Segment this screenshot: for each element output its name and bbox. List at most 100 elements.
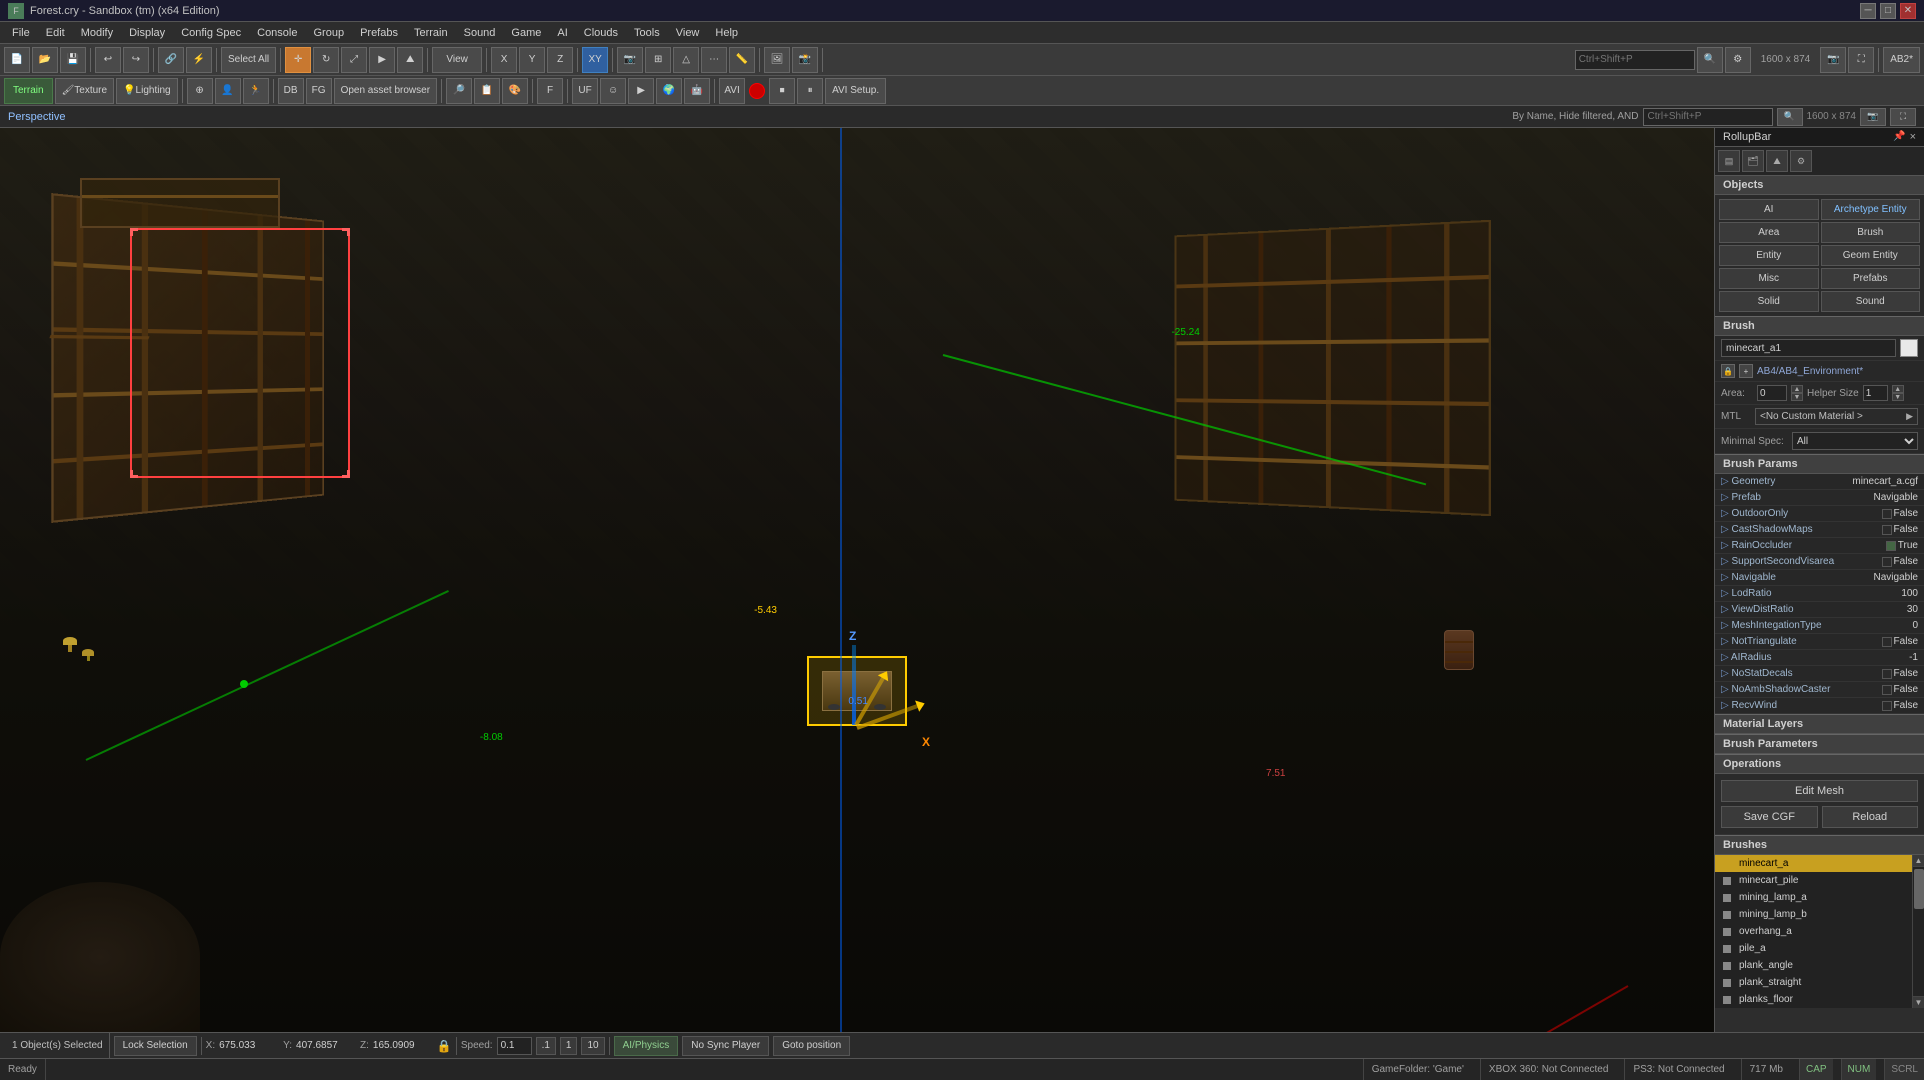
obj-brush-btn[interactable]: Brush xyxy=(1821,222,1921,243)
helper-size-input[interactable] xyxy=(1863,385,1888,401)
scroll-thumb[interactable] xyxy=(1914,869,1924,909)
menu-group[interactable]: Group xyxy=(305,25,352,41)
close-button[interactable]: ✕ xyxy=(1900,3,1916,19)
scale-button[interactable]: ⤢ xyxy=(341,47,367,73)
menu-tools[interactable]: Tools xyxy=(626,25,668,41)
brush-color-picker[interactable] xyxy=(1900,339,1918,357)
snap-btn[interactable]: ⋯ xyxy=(701,47,727,73)
anim-btn[interactable]: ▶ xyxy=(628,78,654,104)
new-button[interactable]: 📄 xyxy=(4,47,30,73)
menu-prefabs[interactable]: Prefabs xyxy=(352,25,406,41)
no-sync-player-button[interactable]: No Sync Player xyxy=(682,1036,769,1056)
viewport-maximize-btn[interactable]: ⛶ xyxy=(1890,108,1916,126)
helper-up-btn[interactable]: ▲ xyxy=(1892,385,1904,393)
rollupbar-pin-btn[interactable]: 📌 xyxy=(1893,131,1905,143)
area-down-btn[interactable]: ▼ xyxy=(1791,393,1803,401)
helper-down-btn[interactable]: ▼ xyxy=(1892,393,1904,401)
obj-solid-btn[interactable]: Solid xyxy=(1719,291,1819,312)
grid-btn[interactable]: ⊞ xyxy=(645,47,671,73)
x-axis-btn[interactable]: X xyxy=(491,47,517,73)
camera-btn[interactable]: 📷 xyxy=(617,47,643,73)
pause-btn[interactable]: ⏸ xyxy=(797,78,823,104)
brush-item-mining-lamp-b[interactable]: mining_lamp_b xyxy=(1715,906,1912,923)
tool3-btn[interactable]: 🏃 xyxy=(243,78,269,104)
minimize-button[interactable]: ─ xyxy=(1860,3,1876,19)
rollup-tab-objects[interactable]: ▤ xyxy=(1718,150,1740,172)
brush-params-header[interactable]: Brush Params xyxy=(1715,454,1924,474)
move-button[interactable]: ✛ xyxy=(285,47,311,73)
goto-position-button[interactable]: Goto position xyxy=(773,1036,850,1056)
maximize-button[interactable]: □ xyxy=(1880,3,1896,19)
texture-tab-btn[interactable]: 🖌 Texture xyxy=(55,78,115,104)
viewport-search-btn[interactable]: 🔍 xyxy=(1777,108,1803,126)
avi-btn[interactable]: AVI xyxy=(719,78,745,104)
f-btn[interactable]: F xyxy=(537,78,563,104)
avi-setup-btn[interactable]: AVI Setup. xyxy=(825,78,886,104)
tool1-btn[interactable]: ⊕ xyxy=(187,78,213,104)
uf-btn[interactable]: UF xyxy=(572,78,598,104)
physics-button[interactable]: ⚡ xyxy=(186,47,212,73)
measure-btn[interactable]: 📏 xyxy=(729,47,755,73)
select-button[interactable]: ▶ xyxy=(369,47,395,73)
menu-view[interactable]: View xyxy=(668,25,708,41)
brush-item-overhang-a[interactable]: overhang_a xyxy=(1715,923,1912,940)
menu-edit[interactable]: Edit xyxy=(38,25,73,41)
speed-input[interactable] xyxy=(497,1037,532,1055)
brush-item-mining-lamp-a[interactable]: mining_lamp_a xyxy=(1715,889,1912,906)
record-button[interactable] xyxy=(749,83,765,99)
scroll-down-btn[interactable]: ▼ xyxy=(1913,996,1924,1008)
obj-entity-btn[interactable]: Entity xyxy=(1719,245,1819,266)
redo-button[interactable]: ↪ xyxy=(123,47,149,73)
y-axis-btn[interactable]: Y xyxy=(519,47,545,73)
viewport-search-input[interactable] xyxy=(1643,108,1773,126)
edit-mesh-button[interactable]: Edit Mesh xyxy=(1721,780,1918,802)
obj-sound-btn[interactable]: Sound xyxy=(1821,291,1921,312)
menu-terrain[interactable]: Terrain xyxy=(406,25,456,41)
speed-opt3-btn[interactable]: 10 xyxy=(581,1037,604,1055)
search-go-btn[interactable]: 🔍 xyxy=(1697,47,1723,73)
obj-geom-entity-btn[interactable]: Geom Entity xyxy=(1821,245,1921,266)
rollup-tab-layers[interactable]: 🗂 xyxy=(1742,150,1764,172)
render-btn[interactable]: 🖼 xyxy=(764,47,790,73)
operations-header[interactable]: Operations xyxy=(1715,754,1924,774)
menu-config-spec[interactable]: Config Spec xyxy=(173,25,249,41)
menu-console[interactable]: Console xyxy=(249,25,305,41)
asset-btn[interactable]: 🔎 xyxy=(446,78,472,104)
obj-area-btn[interactable]: Area xyxy=(1719,222,1819,243)
mat-btn[interactable]: 🎨 xyxy=(502,78,528,104)
db-btn[interactable]: DB xyxy=(278,78,304,104)
terrain-tool-btn[interactable]: ⛰ xyxy=(397,47,423,73)
scroll-up-btn[interactable]: ▲ xyxy=(1913,855,1924,867)
brush-name-input[interactable] xyxy=(1721,339,1896,357)
obj-prefabs-btn[interactable]: Prefabs xyxy=(1821,268,1921,289)
viewport[interactable]: Z X -25.24 -8.08 xyxy=(0,128,1714,1032)
objects-section-header[interactable]: Objects xyxy=(1715,176,1924,195)
rollup-tab-misc[interactable]: ⚙ xyxy=(1790,150,1812,172)
brush-item-plank-straight[interactable]: plank_straight xyxy=(1715,974,1912,991)
menu-display[interactable]: Display xyxy=(121,25,173,41)
obj-misc-btn[interactable]: Misc xyxy=(1719,268,1819,289)
xy-view-btn[interactable]: XY xyxy=(582,47,608,73)
rollup-tab-terrain[interactable]: ⛰ xyxy=(1766,150,1788,172)
save-cgf-button[interactable]: Save CGF xyxy=(1721,806,1818,828)
menu-sound[interactable]: Sound xyxy=(456,25,504,41)
obj-ai-btn[interactable]: AI xyxy=(1719,199,1819,220)
obj-archetype-entity-btn[interactable]: Archetype Entity xyxy=(1821,199,1921,220)
lighting-tab-btn[interactable]: 💡 Lighting xyxy=(116,78,177,104)
area-value-input[interactable] xyxy=(1757,385,1787,401)
screenshot-btn[interactable]: 📷 xyxy=(1820,47,1846,73)
mtl-value-btn[interactable]: <No Custom Material > ▶ xyxy=(1755,408,1918,425)
fg-btn[interactable]: FG xyxy=(306,78,332,104)
ai-btn[interactable]: 🤖 xyxy=(684,78,710,104)
select-all-button[interactable]: Select All xyxy=(221,47,276,73)
viewport-settings-btn[interactable]: 📷 xyxy=(1860,108,1886,126)
capture-btn[interactable]: 📸 xyxy=(792,47,818,73)
speed-opt1-btn[interactable]: .1 xyxy=(536,1037,556,1055)
ab2-btn[interactable]: AB2* xyxy=(1883,47,1920,73)
reload-button[interactable]: Reload xyxy=(1822,806,1919,828)
rollupbar-close-btn[interactable]: × xyxy=(1910,131,1916,143)
menu-modify[interactable]: Modify xyxy=(73,25,121,41)
angle-btn[interactable]: △ xyxy=(673,47,699,73)
area-up-btn[interactable]: ▲ xyxy=(1791,385,1803,393)
layer-btn[interactable]: 📋 xyxy=(474,78,500,104)
